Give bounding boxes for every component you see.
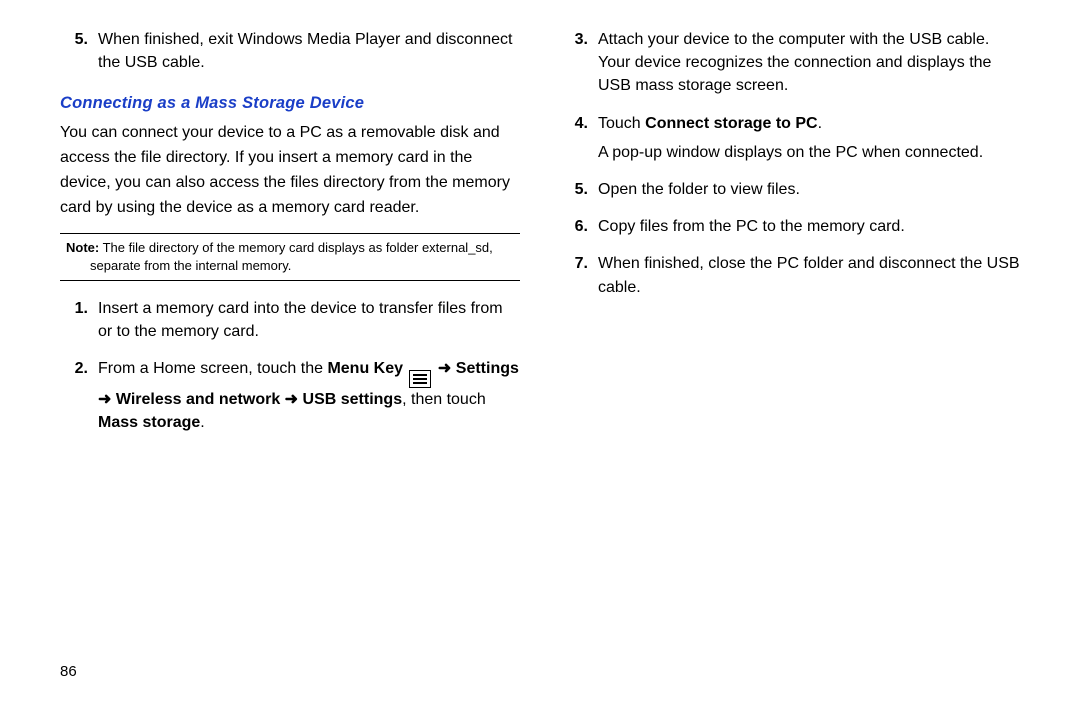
note-box: Note: The file directory of the memory c… [60, 233, 520, 281]
item-text: Attach your device to the computer with … [598, 28, 1020, 98]
note-text: The file directory of the memory card di… [90, 240, 493, 273]
text-fragment: Touch [598, 115, 645, 132]
menu-bars-icon [413, 374, 427, 384]
item-text: From a Home screen, touch the Menu Key ➜… [98, 357, 520, 434]
note-label: Note: [66, 240, 99, 255]
menu-key-icon [409, 370, 431, 388]
intro-paragraph: You can connect your device to a PC as a… [60, 121, 520, 220]
settings-label: Settings [456, 360, 519, 377]
item-number: 6. [560, 215, 598, 238]
item-text: When finished, exit Windows Media Player… [98, 28, 520, 74]
item-number: 2. [60, 357, 98, 434]
wireless-network-label: Wireless and network [116, 391, 280, 408]
connect-storage-label: Connect storage to PC [645, 115, 817, 132]
text-fragment: A pop-up window displays on the PC when … [598, 144, 983, 161]
arrow-icon: ➜ [285, 391, 303, 408]
item-number: 3. [560, 28, 598, 98]
item-number: 5. [560, 178, 598, 201]
item-text: Insert a memory card into the device to … [98, 297, 520, 343]
arrow-icon: ➜ [98, 391, 116, 408]
page-number: 86 [60, 663, 77, 680]
menu-key-label: Menu Key [327, 360, 403, 377]
list-item: 4. Touch Connect storage to PC. A pop-up… [560, 112, 1020, 164]
text-fragment: , then touch [402, 391, 486, 408]
item-text: Copy files from the PC to the memory car… [598, 215, 1020, 238]
document-page: 5. When finished, exit Windows Media Pla… [0, 0, 1080, 720]
item-text: Touch Connect storage to PC. A pop-up wi… [598, 112, 1020, 164]
list-item: 2. From a Home screen, touch the Menu Ke… [60, 357, 520, 434]
mass-storage-label: Mass storage [98, 414, 200, 431]
list-item: 5. Open the folder to view files. [560, 178, 1020, 201]
list-item: 6. Copy files from the PC to the memory … [560, 215, 1020, 238]
item-text: Open the folder to view files. [598, 178, 1020, 201]
item-number: 5. [60, 28, 98, 74]
item-text: When finished, close the PC folder and d… [598, 252, 1020, 298]
item-number: 1. [60, 297, 98, 343]
two-column-layout: 5. When finished, exit Windows Media Pla… [60, 28, 1020, 448]
arrow-icon: ➜ [438, 360, 456, 377]
text-fragment: . [818, 115, 822, 132]
list-item: 3. Attach your device to the computer wi… [560, 28, 1020, 98]
usb-settings-label: USB settings [303, 391, 403, 408]
text-fragment: . [200, 414, 204, 431]
item-number: 4. [560, 112, 598, 164]
text-fragment: From a Home screen, touch the [98, 360, 327, 377]
section-subheading: Connecting as a Mass Storage Device [60, 94, 520, 113]
list-item: 5. When finished, exit Windows Media Pla… [60, 28, 520, 74]
right-column: 3. Attach your device to the computer wi… [560, 28, 1020, 448]
list-item: 7. When finished, close the PC folder an… [560, 252, 1020, 298]
list-item: 1. Insert a memory card into the device … [60, 297, 520, 343]
item-number: 7. [560, 252, 598, 298]
left-column: 5. When finished, exit Windows Media Pla… [60, 28, 520, 448]
